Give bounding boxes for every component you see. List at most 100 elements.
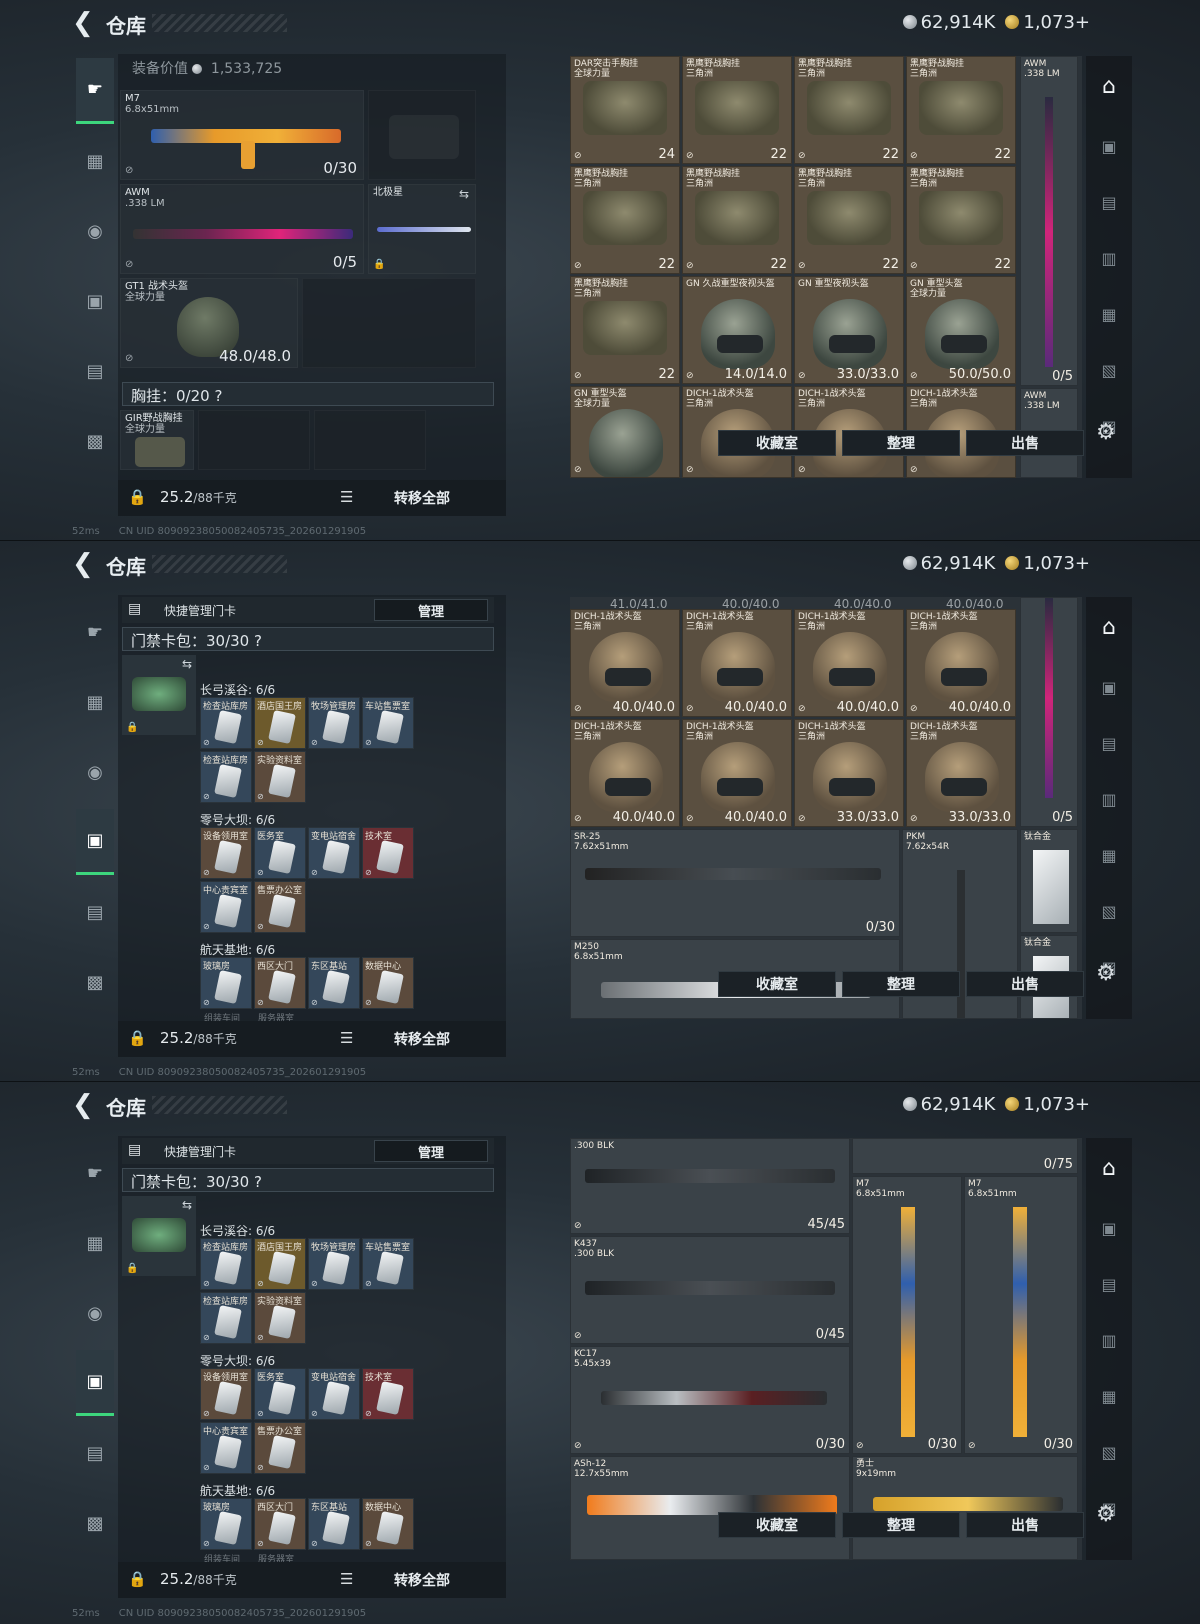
armor-slot-empty[interactable] (302, 278, 476, 368)
secondary-weapon-slot[interactable]: AWM .338 LM ⊘ 0/5 (120, 184, 364, 274)
keycard-bag-bar[interactable]: 门禁卡包：30/30 ? (122, 627, 494, 651)
helmet-slot[interactable]: GT1 战术头盔 全球力量 ⊘ 48.0/48.0 (120, 278, 298, 368)
rig-slot[interactable]: GIR野战胸挂 全球力量 (120, 410, 194, 470)
keycard-item[interactable]: 西区大门 ⊘ (254, 957, 306, 1009)
storage-item[interactable]: 黑鹰野战胸挂 三角洲 ⊘ 22 (682, 56, 792, 164)
storage-item[interactable]: 黑鹰野战胸挂 三角洲 ⊘ 22 (906, 166, 1016, 274)
sort-button[interactable]: 整理 (842, 1512, 960, 1538)
keycard-item[interactable]: 检查站库房 ⊘ (200, 1238, 252, 1290)
tab-icon[interactable]: ▦ (1092, 1382, 1126, 1410)
help-icon[interactable]: ? (254, 632, 262, 650)
awm-vertical-slot[interactable]: AWM .338 LM 0/5 (1020, 56, 1078, 386)
transfer-all-button[interactable]: 转移全部 (394, 1029, 450, 1049)
helmet-item[interactable]: DICH-1战术头盔 三角洲 ⊘ 33.0/33.0 (794, 719, 904, 827)
padlock-icon[interactable]: 🔒 (128, 1029, 147, 1047)
keycard-item[interactable]: 酒店国王房 ⊘ (254, 1238, 306, 1290)
settings-gear-icon[interactable]: ⚙ (1096, 1502, 1116, 1527)
sr25-slot[interactable]: SR-25 7.62x51mm 0/30 (570, 829, 900, 937)
manage-button[interactable]: 管理 (374, 599, 488, 621)
nav-keycard-icon[interactable]: ▤ (76, 338, 114, 404)
k437-slot[interactable]: K437.300 BLK ⊘ 0/45 (570, 1236, 850, 1344)
chest-rig-bar[interactable]: 胸挂：0/20 ? (122, 382, 494, 406)
nav-briefcase-icon[interactable]: ▩ (76, 1490, 114, 1556)
list-icon[interactable]: ☰ (340, 488, 353, 506)
storage-item[interactable]: DAR突击手胸挂 全球力量 ⊘ 24 (570, 56, 680, 164)
tab-icon[interactable]: ▦ (1092, 300, 1126, 328)
awm-vertical-slot[interactable]: 0/5 (1020, 597, 1078, 827)
nav-helmet-icon[interactable]: ◉ (76, 198, 114, 264)
settings-gear-icon[interactable]: ⚙ (1096, 961, 1116, 986)
nav-armor-icon[interactable]: ▦ (76, 669, 114, 735)
keycard-item[interactable]: 变电站宿舍 ⊘ (308, 827, 360, 879)
tab-icon[interactable]: ▥ (1092, 1326, 1126, 1354)
swap-icon[interactable]: ⇆ (459, 187, 469, 201)
keycard-item[interactable]: 牧场管理房 ⊘ (308, 1238, 360, 1290)
tab-add-icon[interactable]: ▣ (1092, 132, 1126, 160)
storage-item[interactable]: GN 久战重型夜视头盔 ⊘ 14.0/14.0 (682, 276, 792, 384)
keycard-item[interactable]: 医务室 ⊘ (254, 1368, 306, 1420)
keycard-item[interactable]: 检查站库房 ⊘ (200, 751, 252, 803)
top-weapon-slot[interactable]: 0/75 (852, 1138, 1078, 1174)
helmet-item[interactable]: DICH-1战术头盔 三角洲 ⊘ 40.0/40.0 (682, 719, 792, 827)
keycard-item[interactable]: 变电站宿舍 ⊘ (308, 1368, 360, 1420)
keycard-item[interactable]: 牧场管理房 ⊘ (308, 697, 360, 749)
tab-add-icon[interactable]: ▣ (1092, 1214, 1126, 1242)
helmet-item[interactable]: DICH-1战术头盔 三角洲 ⊘ 40.0/40.0 (794, 609, 904, 717)
keycard-item[interactable]: 售票办公室 ⊘ (254, 881, 306, 933)
gold-currency[interactable]: 1,073+ (1005, 12, 1090, 33)
keycard-bag-slot[interactable]: ⇆ 🔒 (122, 655, 196, 735)
helmet-item[interactable]: DICH-1战术头盔 三角洲 ⊘ 40.0/40.0 (570, 609, 680, 717)
collection-button[interactable]: 收藏室 (718, 971, 836, 997)
nav-backpack-icon[interactable]: ▣ (76, 1350, 114, 1416)
warehouse-home-icon[interactable]: ⌂ (1092, 72, 1126, 100)
tab-icon[interactable]: ▧ (1092, 1438, 1126, 1466)
storage-item[interactable]: 黑鹰野战胸挂 三角洲 ⊘ 22 (794, 56, 904, 164)
tab-add-icon[interactable]: ▣ (1092, 673, 1126, 701)
storage-item[interactable]: 黑鹰野战胸挂 三角洲 ⊘ 22 (570, 166, 680, 274)
gold-currency[interactable]: 1,073+ (1005, 1094, 1090, 1115)
keycard-item[interactable]: 西区大门 ⊘ (254, 1498, 306, 1550)
primary-weapon-slot[interactable]: M7 6.8x51mm ⊘ 0/30 (120, 90, 364, 180)
back-arrow-icon[interactable]: ❮ (72, 10, 94, 36)
warehouse-home-icon[interactable]: ⌂ (1092, 1154, 1126, 1182)
storage-item[interactable]: GN 重型夜视头盔 ⊘ 33.0/33.0 (794, 276, 904, 384)
tab-icon[interactable]: ▤ (1092, 1270, 1126, 1298)
transfer-all-button[interactable]: 转移全部 (394, 1570, 450, 1590)
transfer-all-button[interactable]: 转移全部 (394, 488, 450, 508)
nav-weapons-icon[interactable]: ☛ (76, 599, 114, 665)
nav-armor-icon[interactable]: ▦ (76, 1210, 114, 1276)
pistol-slot-empty[interactable] (368, 90, 476, 180)
tab-icon[interactable]: ▤ (1092, 729, 1126, 757)
nav-briefcase-icon[interactable]: ▩ (76, 408, 114, 474)
help-icon[interactable]: ? (254, 1173, 262, 1191)
storage-item[interactable]: 黑鹰野战胸挂 三角洲 ⊘ 22 (570, 276, 680, 384)
keycard-item[interactable]: 数据中心 ⊘ (362, 957, 414, 1009)
storage-item[interactable]: 黑鹰野战胸挂 三角洲 ⊘ 22 (682, 166, 792, 274)
helmet-item[interactable]: DICH-1战术头盔 三角洲 ⊘ 40.0/40.0 (570, 719, 680, 827)
nav-backpack-icon[interactable]: ▣ (76, 268, 114, 334)
keycard-item[interactable]: 技术室 ⊘ (362, 827, 414, 879)
list-icon[interactable]: ☰ (340, 1029, 353, 1047)
help-icon[interactable]: ? (214, 387, 222, 405)
ash12-slot[interactable]: ASh-12 12.7x55mm (570, 1456, 850, 1560)
storage-item[interactable]: 黑鹰野战胸挂 三角洲 ⊘ 22 (794, 166, 904, 274)
keycard-item[interactable]: 技术室 ⊘ (362, 1368, 414, 1420)
back-arrow-icon[interactable]: ❮ (72, 1092, 94, 1118)
tab-icon[interactable]: ▦ (1092, 841, 1126, 869)
settings-gear-icon[interactable]: ⚙ (1096, 420, 1116, 445)
tab-icon[interactable]: ▧ (1092, 356, 1126, 384)
collection-button[interactable]: 收藏室 (718, 1512, 836, 1538)
warehouse-home-icon[interactable]: ⌂ (1092, 613, 1126, 641)
nav-weapons-icon[interactable]: ☛ (76, 1140, 114, 1206)
helmet-item[interactable]: DICH-1战术头盔 三角洲 ⊘ 40.0/40.0 (906, 609, 1016, 717)
tab-icon[interactable]: ▥ (1092, 244, 1126, 272)
keycard-item[interactable]: 数据中心 ⊘ (362, 1498, 414, 1550)
keycard-item[interactable]: 车站售票室 ⊘ (362, 1238, 414, 1290)
keycard-item[interactable]: 售票办公室 ⊘ (254, 1422, 306, 1474)
keycard-item[interactable]: 实验资料室 ⊘ (254, 1292, 306, 1344)
manage-button[interactable]: 管理 (374, 1140, 488, 1162)
tab-icon[interactable]: ▤ (1092, 188, 1126, 216)
m7-vertical-slot-2[interactable]: M7 6.8x51mm ⊘ 0/30 (964, 1176, 1078, 1454)
tab-icon[interactable]: ▥ (1092, 785, 1126, 813)
keycard-item[interactable]: 中心贵宾室 ⊘ (200, 881, 252, 933)
